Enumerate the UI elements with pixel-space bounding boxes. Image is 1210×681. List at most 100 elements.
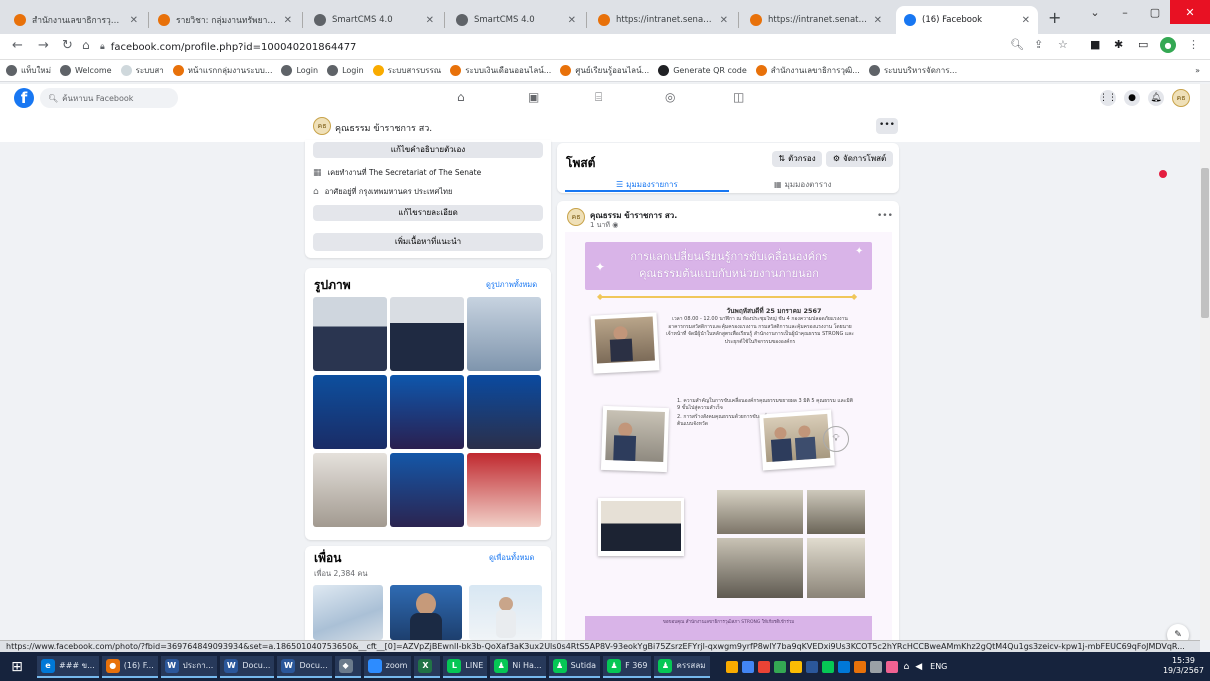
friend-photo[interactable] [390, 585, 462, 640]
tray-app-icon[interactable] [869, 660, 882, 673]
tray-app-icon[interactable] [885, 660, 898, 673]
tray-app-icon[interactable] [821, 660, 834, 673]
post-image-flyer[interactable]: การแลกเปลี่ยนเรียนรู้การขับเคลื่อนองค์กร… [565, 232, 892, 640]
browser-tab[interactable]: https://intranet.senate.go.th ✕ [742, 6, 890, 34]
taskbar-app[interactable]: ♟ ครรสลม [654, 655, 710, 678]
windows-start-icon[interactable]: ⊞ [0, 652, 34, 681]
profile-photo-thumbnail[interactable] [467, 453, 541, 527]
bookmark-item[interactable]: ระบบสา [120, 64, 164, 77]
taskbar-app[interactable]: ♟ Sutida [548, 655, 601, 678]
bookmark-star-icon[interactable]: ☆ [1058, 38, 1068, 51]
network-icon[interactable]: ⌂ [904, 662, 910, 672]
browser-tab[interactable]: SmartCMS 4.0 ✕ [448, 6, 584, 34]
bookmark-item[interactable]: Generate QR code [658, 65, 747, 76]
bookmark-item[interactable]: หน้าแรกกลุ่มงานระบบ... [172, 64, 272, 77]
close-tab-icon[interactable]: ✕ [720, 15, 728, 26]
account-avatar-icon[interactable]: คธ [1172, 89, 1190, 107]
minimize-icon[interactable]: – [1110, 0, 1140, 24]
friend-photo[interactable] [469, 585, 542, 640]
gaming-nav-icon[interactable]: ◫ [733, 90, 744, 104]
browser-tab[interactable]: สำนักงานเลขาธิการวุฒิสภา ✕ [6, 6, 146, 34]
edit-bio-button[interactable]: แก้ไขคำอธิบายตัวเอง [313, 142, 543, 158]
profile-photo-thumbnail[interactable] [467, 297, 541, 371]
post-author-avatar[interactable]: คธ [567, 208, 585, 226]
close-tab-icon[interactable]: ✕ [1022, 15, 1030, 26]
see-all-photos-link[interactable]: ดูรูปภาพทั้งหมด [486, 279, 537, 291]
friend-photo[interactable] [313, 585, 383, 640]
home-nav-icon[interactable]: ⌂ [457, 90, 465, 104]
taskbar-app[interactable]: ● (16) F... [101, 655, 158, 678]
close-tab-icon[interactable]: ✕ [284, 15, 292, 26]
taskbar-app[interactable]: ♟ Ni Ha... [490, 655, 546, 678]
bookmark-item[interactable]: ศูนย์เรียนรู้ออนไลน์... [560, 64, 649, 77]
video-nav-icon[interactable]: ▣ [528, 90, 539, 104]
filter-button[interactable]: ⇅ ตัวกรอง [772, 151, 822, 167]
puzzle-icon[interactable]: ✱ [1114, 38, 1123, 51]
taskbar-app[interactable]: W ประกา... [160, 655, 218, 678]
taskbar-app[interactable]: W Docu... [277, 655, 332, 678]
taskbar-app[interactable]: X [414, 655, 441, 678]
taskbar-app[interactable]: W Docu... [220, 655, 275, 678]
sidepanel-icon[interactable]: ▭ [1138, 38, 1148, 51]
tray-app-icon[interactable] [805, 660, 818, 673]
taskbar-app[interactable]: e ### ข... [37, 655, 99, 678]
home-icon[interactable]: ⌂ [82, 38, 90, 52]
tab-grid-view[interactable]: ▦ มุมมองตาราง [774, 178, 831, 191]
more-options-icon[interactable]: ••• [876, 118, 898, 134]
maximize-icon[interactable]: ▢ [1140, 0, 1170, 24]
back-icon[interactable]: ← [12, 38, 23, 53]
profile-photo-thumbnail[interactable] [390, 375, 464, 449]
post-time[interactable]: 1 นาที [590, 221, 610, 229]
see-all-friends-link[interactable]: ดูเพื่อนทั้งหมด [489, 552, 534, 564]
profile-photo-thumbnail[interactable] [467, 375, 541, 449]
profile-photo-thumbnail[interactable] [390, 297, 464, 371]
tab-search-icon[interactable]: ⌄ [1080, 0, 1110, 24]
groups-nav-icon[interactable]: ◎ [665, 90, 675, 104]
bookmark-item[interactable]: ระบบเงินเดือนออนไลน์... [450, 64, 551, 77]
taskbar-app[interactable]: ♟ F 369 [603, 655, 652, 678]
tray-app-icon[interactable] [757, 660, 770, 673]
facebook-search-input[interactable]: 🔍︎ ค้นหาบน Facebook [40, 88, 178, 108]
zoom-icon[interactable]: 🔍︎ [1010, 38, 1024, 51]
taskbar-app[interactable]: ◆ [334, 655, 361, 678]
messenger-icon[interactable]: ● [1124, 90, 1140, 106]
tray-app-icon[interactable] [773, 660, 786, 673]
scrollbar-thumb[interactable] [1201, 168, 1209, 318]
profile-photo-thumbnail[interactable] [390, 453, 464, 527]
edit-details-button[interactable]: แก้ไขรายละเอียด [313, 205, 543, 221]
taskbar-clock[interactable]: 15:39 19/3/2567 [1163, 656, 1204, 676]
bookmark-item[interactable]: Login [281, 65, 318, 76]
volume-icon[interactable]: ◀︎ [915, 662, 922, 672]
browser-tab[interactable]: https://intranet.senate.go.th ✕ [590, 6, 736, 34]
close-tab-icon[interactable]: ✕ [130, 15, 138, 26]
url-field[interactable]: 🔒︎ facebook.com/profile.php?id=100040201… [100, 37, 1000, 57]
manage-posts-button[interactable]: ⚙ จัดการโพสต์ [826, 151, 893, 167]
add-featured-button[interactable]: เพิ่มเนื้อหาที่แนะนำ [313, 233, 543, 251]
profile-photo-thumbnail[interactable] [313, 297, 387, 371]
share-icon[interactable]: ⇪ [1034, 38, 1043, 51]
close-tab-icon[interactable]: ✕ [874, 15, 882, 26]
extension-icon[interactable]: ■ [1090, 38, 1100, 51]
facebook-logo-icon[interactable]: f [14, 88, 34, 108]
browser-menu-icon[interactable]: ⋮ [1188, 38, 1199, 51]
notifications-icon[interactable]: 🔔︎ [1148, 90, 1164, 106]
close-tab-icon[interactable]: ✕ [426, 15, 434, 26]
bookmark-item[interactable]: Login [327, 65, 364, 76]
new-tab-icon[interactable]: + [1048, 8, 1061, 27]
profile-photo-thumbnail[interactable] [313, 453, 387, 527]
bookmark-item[interactable]: ระบบสารบรรณ [372, 64, 441, 77]
profile-avatar[interactable]: คธ [313, 117, 331, 135]
language-indicator[interactable]: ENG [930, 662, 947, 671]
bookmark-item[interactable]: สำนักงานเลขาธิการวุฒิ... [755, 64, 860, 77]
bookmark-item[interactable]: Welcome [59, 65, 112, 76]
bookmark-item[interactable]: ระบบบริหารจัดการ... [868, 64, 957, 77]
reload-icon[interactable]: ↻ [62, 38, 73, 53]
menu-grid-icon[interactable]: ⋮⋮ [1099, 90, 1117, 106]
browser-tab[interactable]: SmartCMS 4.0 ✕ [306, 6, 442, 34]
bookmark-item[interactable]: แท็บใหม่ [6, 64, 51, 77]
close-window-icon[interactable]: ✕ [1170, 0, 1210, 24]
post-more-icon[interactable]: ••• [877, 211, 893, 221]
tray-app-icon[interactable] [853, 660, 866, 673]
close-tab-icon[interactable]: ✕ [568, 15, 576, 26]
tray-app-icon[interactable] [789, 660, 802, 673]
